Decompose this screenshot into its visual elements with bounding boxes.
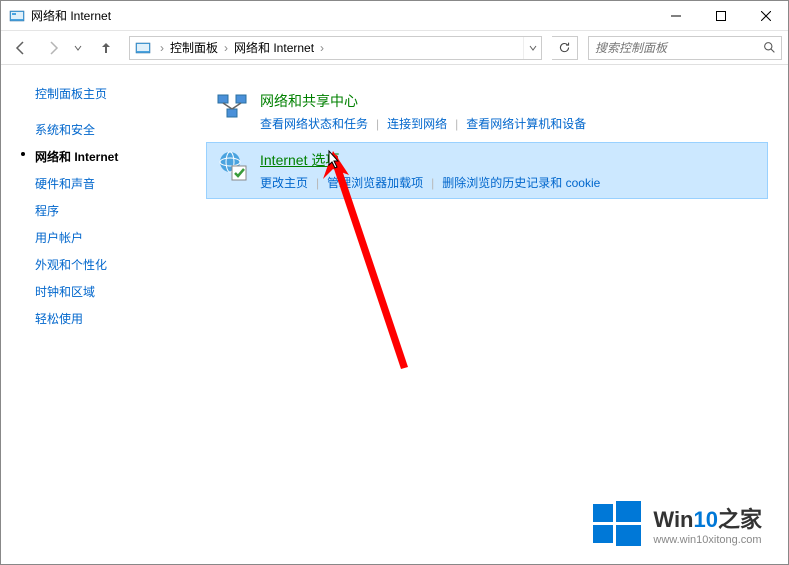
history-dropdown-icon[interactable] [71, 44, 85, 52]
back-button[interactable] [7, 34, 35, 62]
address-dropdown-icon[interactable] [523, 37, 541, 59]
address-bar[interactable]: › 控制面板 › 网络和 Internet › [129, 36, 542, 60]
sidebar-item-system-security[interactable]: 系统和安全 [21, 116, 206, 143]
sidebar-item-appearance[interactable]: 外观和个性化 [21, 251, 206, 278]
sidebar-title[interactable]: 控制面板主页 [21, 85, 206, 102]
category-links: 更改主页 | 管理浏览器加载项 | 删除浏览的历史记录和 cookie [260, 174, 758, 191]
link-separator: | [455, 117, 458, 131]
network-sharing-icon [216, 91, 248, 123]
breadcrumb-separator: › [316, 41, 328, 55]
link-delete-history[interactable]: 删除浏览的历史记录和 cookie [442, 174, 600, 191]
sidebar-item-hardware-sound[interactable]: 硬件和声音 [21, 170, 206, 197]
content-area: 控制面板主页 系统和安全 网络和 Internet 硬件和声音 程序 用户帐户 … [1, 65, 788, 564]
maximize-button[interactable] [698, 1, 743, 31]
window-title: 网络和 Internet [31, 7, 653, 24]
control-panel-icon [135, 40, 151, 56]
main-panel: 网络和共享中心 查看网络状态和任务 | 连接到网络 | 查看网络计算机和设备 [206, 65, 788, 564]
watermark-text: Win10之家 www.win10xitong.com [653, 502, 762, 546]
sidebar-item-ease-of-access[interactable]: 轻松使用 [21, 305, 206, 332]
category-network-sharing: 网络和共享中心 查看网络状态和任务 | 连接到网络 | 查看网络计算机和设备 [206, 83, 768, 140]
sidebar: 控制面板主页 系统和安全 网络和 Internet 硬件和声音 程序 用户帐户 … [1, 65, 206, 564]
link-view-computers[interactable]: 查看网络计算机和设备 [466, 115, 586, 132]
close-button[interactable] [743, 1, 788, 31]
category-body: Internet 选项 更改主页 | 管理浏览器加载项 | 删除浏览的历史记录和… [260, 150, 758, 191]
watermark-accent: 10 [694, 507, 718, 532]
sidebar-item-network-internet[interactable]: 网络和 Internet [21, 143, 206, 170]
category-body: 网络和共享中心 查看网络状态和任务 | 连接到网络 | 查看网络计算机和设备 [260, 91, 758, 132]
breadcrumb-item[interactable]: 控制面板 [168, 39, 220, 56]
breadcrumb-separator: › [220, 41, 232, 55]
internet-options-icon [216, 150, 248, 182]
titlebar: 网络和 Internet [1, 1, 788, 31]
link-connect-network[interactable]: 连接到网络 [387, 115, 447, 132]
sidebar-item-programs[interactable]: 程序 [21, 197, 206, 224]
breadcrumb-separator: › [156, 41, 168, 55]
watermark-url: www.win10xitong.com [653, 534, 762, 546]
sidebar-item-user-accounts[interactable]: 用户帐户 [21, 224, 206, 251]
watermark-prefix: Win [653, 507, 693, 532]
breadcrumb-item[interactable]: 网络和 Internet [232, 39, 316, 56]
window-controls [653, 1, 788, 31]
category-title[interactable]: 网络和共享中心 [260, 91, 758, 111]
category-internet-options: Internet 选项 更改主页 | 管理浏览器加载项 | 删除浏览的历史记录和… [206, 142, 768, 199]
watermark: Win10之家 www.win10xitong.com [591, 498, 762, 550]
toolbar: › 控制面板 › 网络和 Internet › [1, 31, 788, 65]
breadcrumb: 控制面板 › 网络和 Internet › [168, 39, 523, 56]
link-separator: | [376, 117, 379, 131]
sidebar-item-clock-region[interactable]: 时钟和区域 [21, 278, 206, 305]
link-separator: | [431, 176, 434, 190]
watermark-suffix: 之家 [718, 507, 762, 532]
watermark-title: Win10之家 [653, 502, 762, 534]
category-title[interactable]: Internet 选项 [260, 150, 758, 170]
search-icon[interactable] [758, 41, 781, 54]
refresh-button[interactable] [552, 36, 578, 60]
link-separator: | [316, 176, 319, 190]
search-input[interactable] [589, 41, 758, 55]
link-manage-addons[interactable]: 管理浏览器加载项 [327, 174, 423, 191]
up-button[interactable] [93, 35, 119, 61]
forward-button[interactable] [39, 34, 67, 62]
search-box [588, 36, 782, 60]
link-change-homepage[interactable]: 更改主页 [260, 174, 308, 191]
link-view-network-status[interactable]: 查看网络状态和任务 [260, 115, 368, 132]
category-links: 查看网络状态和任务 | 连接到网络 | 查看网络计算机和设备 [260, 115, 758, 132]
minimize-button[interactable] [653, 1, 698, 31]
windows-logo-icon [591, 498, 643, 550]
control-panel-icon [9, 8, 25, 24]
